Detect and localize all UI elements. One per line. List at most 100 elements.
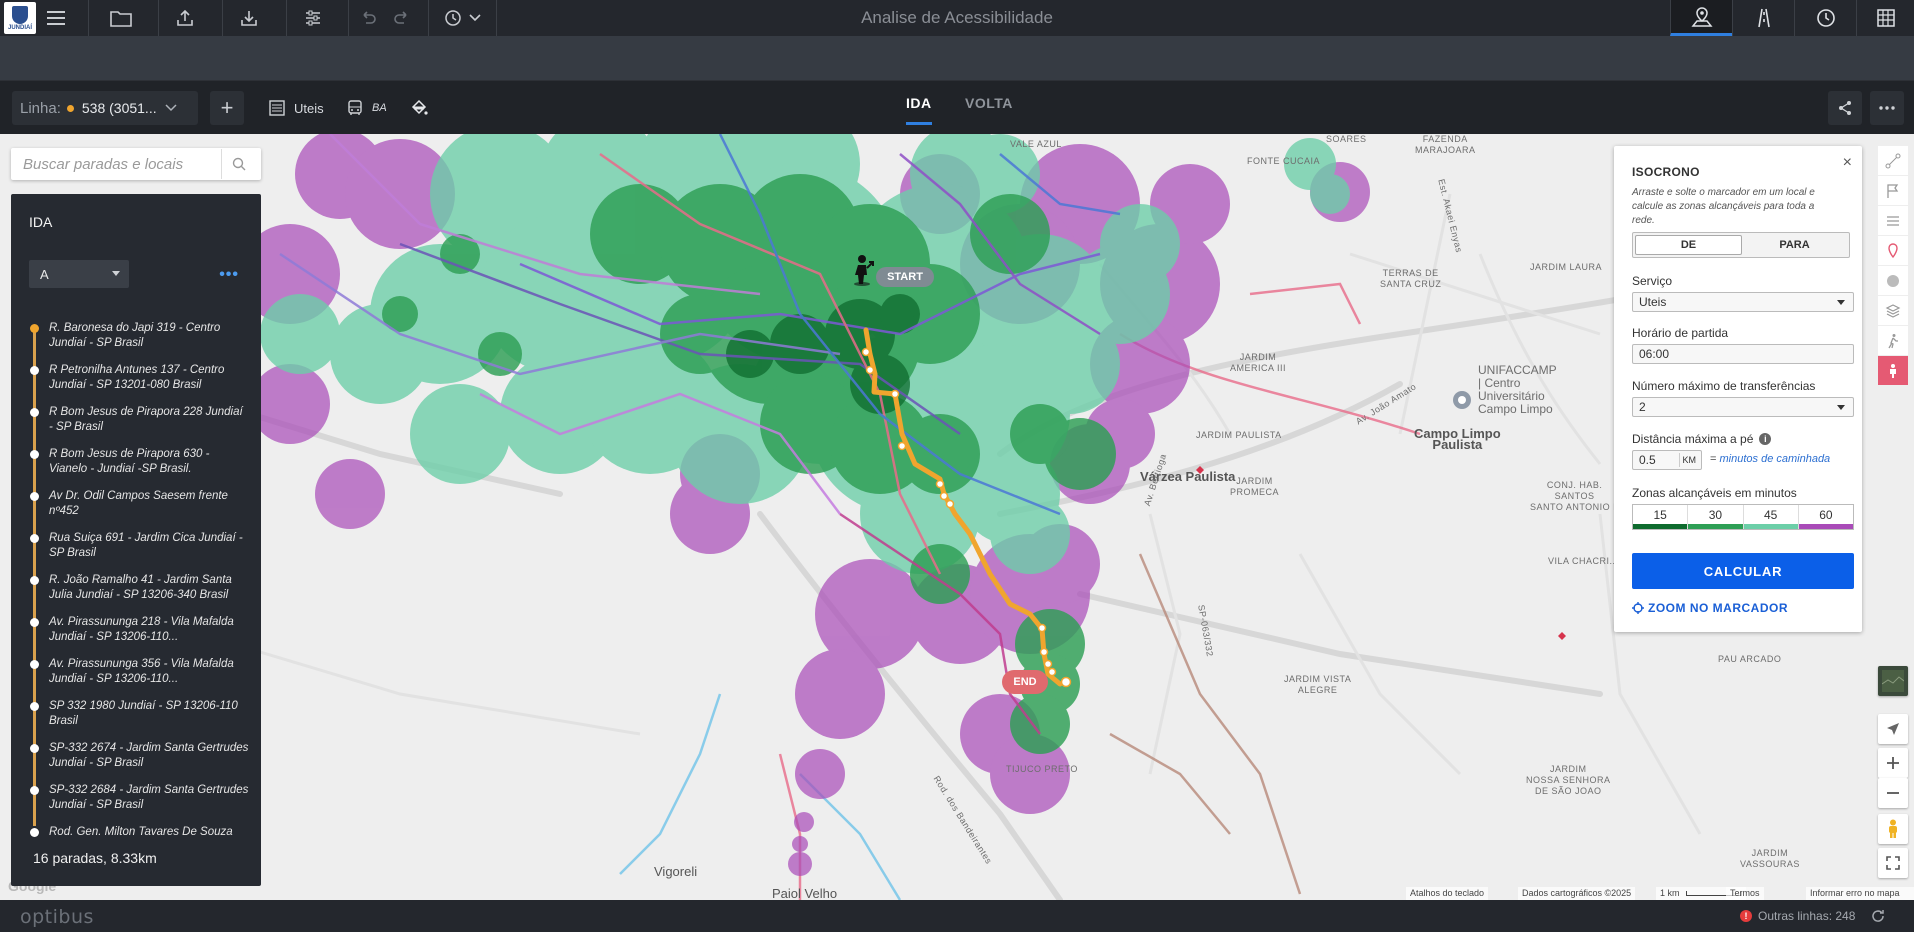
- search-input[interactable]: [11, 149, 221, 179]
- stop-bullet: [30, 366, 39, 375]
- more-options-button[interactable]: [1870, 91, 1904, 125]
- app-logo[interactable]: JUNDIAÍ: [4, 2, 36, 34]
- undo-icon: [363, 11, 376, 24]
- zone-30[interactable]: 30: [1688, 505, 1744, 529]
- scale-label: 1 km: [1660, 888, 1680, 898]
- isochrone-tool[interactable]: [1878, 356, 1908, 386]
- draw-line-tool[interactable]: [1878, 146, 1908, 176]
- map-label-unifaccamp: UNIFACCAMP | Centro Universitário Campo …: [1478, 363, 1557, 416]
- zone-minutes: 60: [1819, 508, 1833, 522]
- zones-label: Zonas alcançáveis em minutos: [1632, 486, 1797, 500]
- search-icon: [232, 157, 245, 171]
- stop-name: Rua Suiça 691 - Jardim Cica Jundiaí - SP…: [49, 532, 243, 559]
- terms-link[interactable]: Termos: [1726, 887, 1764, 900]
- tab-ida[interactable]: IDA: [906, 95, 932, 125]
- line-toolbar: Linha: 538 (3051... + Uteis BA IDA VOLTA: [0, 80, 1914, 134]
- logo-text: JUNDIAÍ: [7, 25, 32, 31]
- direction-option-para[interactable]: PARA: [1742, 235, 1847, 255]
- stop-bullet: [30, 618, 39, 627]
- service-value: Uteis: [1639, 295, 1667, 309]
- walking-person-marker[interactable]: [848, 254, 878, 286]
- close-icon[interactable]: ×: [1843, 154, 1852, 172]
- poi-tool[interactable]: [1878, 236, 1908, 266]
- zone-60[interactable]: 60: [1798, 505, 1853, 529]
- zoom-in-button[interactable]: [1878, 748, 1908, 778]
- redo-button[interactable]: [388, 0, 416, 36]
- person-pin-icon: [1890, 363, 1896, 378]
- line-selector[interactable]: Linha: 538 (3051...: [12, 91, 198, 125]
- layers-icon: [1885, 303, 1901, 318]
- stop-name: SP-332 2684 - Jardim Santa Gertrudes Jun…: [49, 784, 249, 811]
- transfers-select[interactable]: 2: [1632, 397, 1854, 417]
- tab-volta[interactable]: VOLTA: [965, 95, 1013, 125]
- stop-bullet: [30, 450, 39, 459]
- other-lines-status[interactable]: ! Outras linhas: 248: [1740, 909, 1885, 923]
- stop-name: Av. Pirassununga 218 - Vila Mafalda Jund…: [49, 616, 234, 643]
- minus-icon: [1887, 792, 1899, 794]
- street-view-button[interactable]: [1878, 814, 1908, 844]
- flag-tool[interactable]: [1878, 176, 1908, 206]
- map-data-attribution: Dados cartográficos ©2025: [1518, 887, 1636, 900]
- route-summary: 16 paradas, 8.33km: [33, 850, 157, 866]
- map-label-jardim-america: JARDIM AMERICA III: [1230, 352, 1287, 373]
- service-select[interactable]: Uteis: [1632, 292, 1854, 312]
- route-variant-select[interactable]: A: [29, 260, 129, 288]
- stop-bullet: [30, 492, 39, 501]
- vehicle-selector[interactable]: BA: [346, 91, 387, 125]
- zone-45[interactable]: 45: [1743, 505, 1799, 529]
- walk-distance-input[interactable]: 0.5 KM: [1632, 450, 1702, 470]
- calculate-button[interactable]: CALCULAR: [1632, 553, 1854, 589]
- download-button[interactable]: [226, 0, 272, 36]
- stop-bullet: [30, 534, 39, 543]
- layers-list-tool[interactable]: [1878, 206, 1908, 236]
- keyboard-shortcuts-link[interactable]: Atalhos do teclado: [1406, 887, 1489, 900]
- map-pin-icon: [1690, 6, 1713, 27]
- calendar-selector[interactable]: Uteis: [268, 91, 324, 125]
- walk-tool[interactable]: [1878, 326, 1908, 356]
- history-button[interactable]: [436, 0, 488, 36]
- search-button[interactable]: [221, 149, 255, 179]
- fullscreen-button[interactable]: [1878, 848, 1908, 878]
- routes-tab[interactable]: [1732, 0, 1794, 36]
- satellite-thumbnail-icon: [1882, 670, 1904, 692]
- map-label-pau-arcado: PAU ARCADO: [1718, 654, 1782, 664]
- map-label-terras-santa-cruz: TERRAS DE SANTA CRUZ: [1380, 268, 1442, 289]
- zone-15[interactable]: 15: [1633, 505, 1689, 529]
- share-button[interactable]: [1828, 91, 1862, 125]
- walking-icon: [1888, 333, 1898, 348]
- schedule-tab[interactable]: [1794, 0, 1856, 36]
- zoom-to-marker-button[interactable]: ZOOM NO MARCADOR: [1632, 601, 1788, 615]
- heatmap-tool[interactable]: [1878, 266, 1908, 296]
- color-fill-button[interactable]: [410, 91, 428, 125]
- info-icon[interactable]: i: [1759, 433, 1772, 445]
- walk-note-prefix: =: [1710, 453, 1717, 465]
- zone-color: [1798, 524, 1853, 529]
- open-folder-button[interactable]: [98, 0, 144, 36]
- add-line-button[interactable]: +: [210, 91, 244, 125]
- direction-toggle: DE PARA: [1632, 232, 1850, 258]
- timetable-tab[interactable]: [1856, 0, 1914, 36]
- caret-down-icon: [112, 271, 120, 276]
- menu-button[interactable]: [40, 0, 72, 36]
- stop-bullet: [30, 576, 39, 585]
- stop-bullet: [30, 660, 39, 669]
- stop-name: R Bom Jesus de Pirapora 228 Jundiaí - SP…: [49, 406, 243, 433]
- settings-button[interactable]: [290, 0, 336, 36]
- map-label-campo-limpo: Campo Limpo Paulista: [1414, 426, 1501, 452]
- end-label: END: [1002, 670, 1048, 694]
- departure-time-input[interactable]: 06:00: [1632, 344, 1854, 364]
- layers-tool[interactable]: [1878, 296, 1908, 326]
- direction-option-de[interactable]: DE: [1635, 235, 1742, 255]
- plus-icon: [1887, 757, 1899, 769]
- line-label: Linha:: [20, 99, 61, 117]
- upload-button[interactable]: [162, 0, 208, 36]
- undo-button[interactable]: [354, 0, 382, 36]
- zoom-out-button[interactable]: [1878, 778, 1908, 808]
- map-analysis-tab[interactable]: [1670, 0, 1732, 36]
- zone-minutes: 30: [1708, 508, 1723, 522]
- route-more-button[interactable]: •••: [219, 266, 239, 284]
- my-location-button[interactable]: [1878, 714, 1908, 744]
- report-error-link[interactable]: Informar erro no mapa: [1806, 887, 1914, 900]
- satellite-toggle[interactable]: [1878, 666, 1908, 696]
- sliders-icon: [306, 10, 320, 26]
